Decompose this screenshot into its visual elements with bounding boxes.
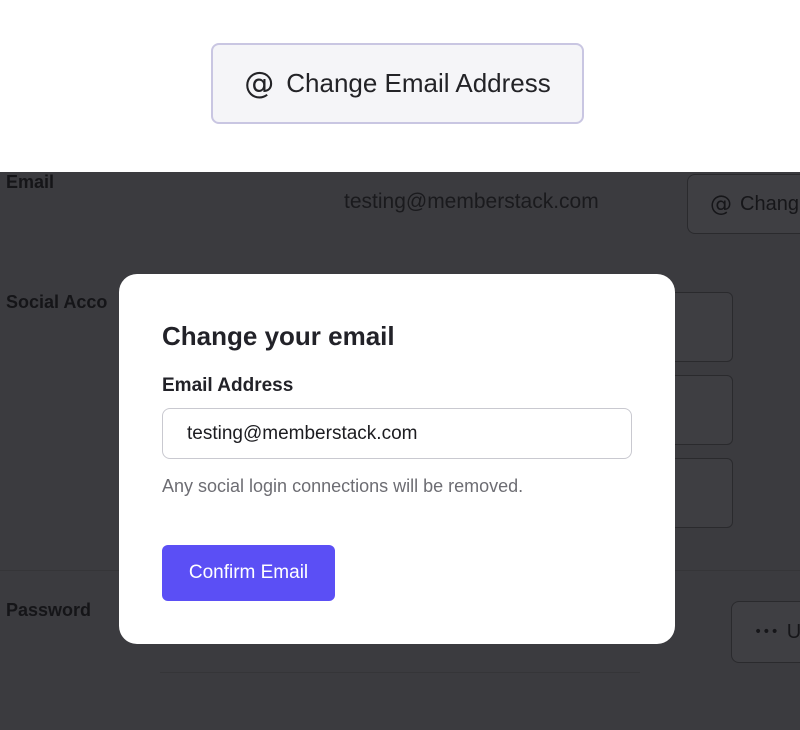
background-update-password-button[interactable]: ••• U: [731, 601, 800, 663]
helper-text: Any social login connections will be rem…: [162, 476, 524, 496]
at-icon: @: [710, 191, 732, 217]
stage: @ Change Email Address Email testing@mem…: [0, 0, 800, 730]
password-section-label: Password: [6, 600, 92, 620]
social-accounts-section-label: Social Acco: [6, 292, 108, 312]
at-icon: @: [244, 65, 275, 101]
background-change-email-button[interactable]: @ Chang: [687, 174, 800, 234]
email-section-label: Email: [6, 172, 55, 192]
background-update-password-label: U: [786, 620, 800, 643]
change-email-address-button[interactable]: @ Change Email Address: [211, 43, 584, 124]
modal-title: Change your email: [162, 321, 395, 351]
dots-icon: •••: [754, 624, 779, 640]
current-email-value: testing@memberstack.com: [344, 190, 599, 213]
change-email-modal: Change your email Email Address Any soci…: [119, 274, 675, 644]
password-field-line: [160, 672, 640, 673]
email-input[interactable]: [162, 408, 632, 459]
background-change-email-label: Chang: [740, 192, 799, 215]
email-address-label: Email Address: [162, 375, 294, 396]
change-email-address-label: Change Email Address: [286, 68, 551, 98]
confirm-email-button[interactable]: Confirm Email: [162, 545, 335, 601]
